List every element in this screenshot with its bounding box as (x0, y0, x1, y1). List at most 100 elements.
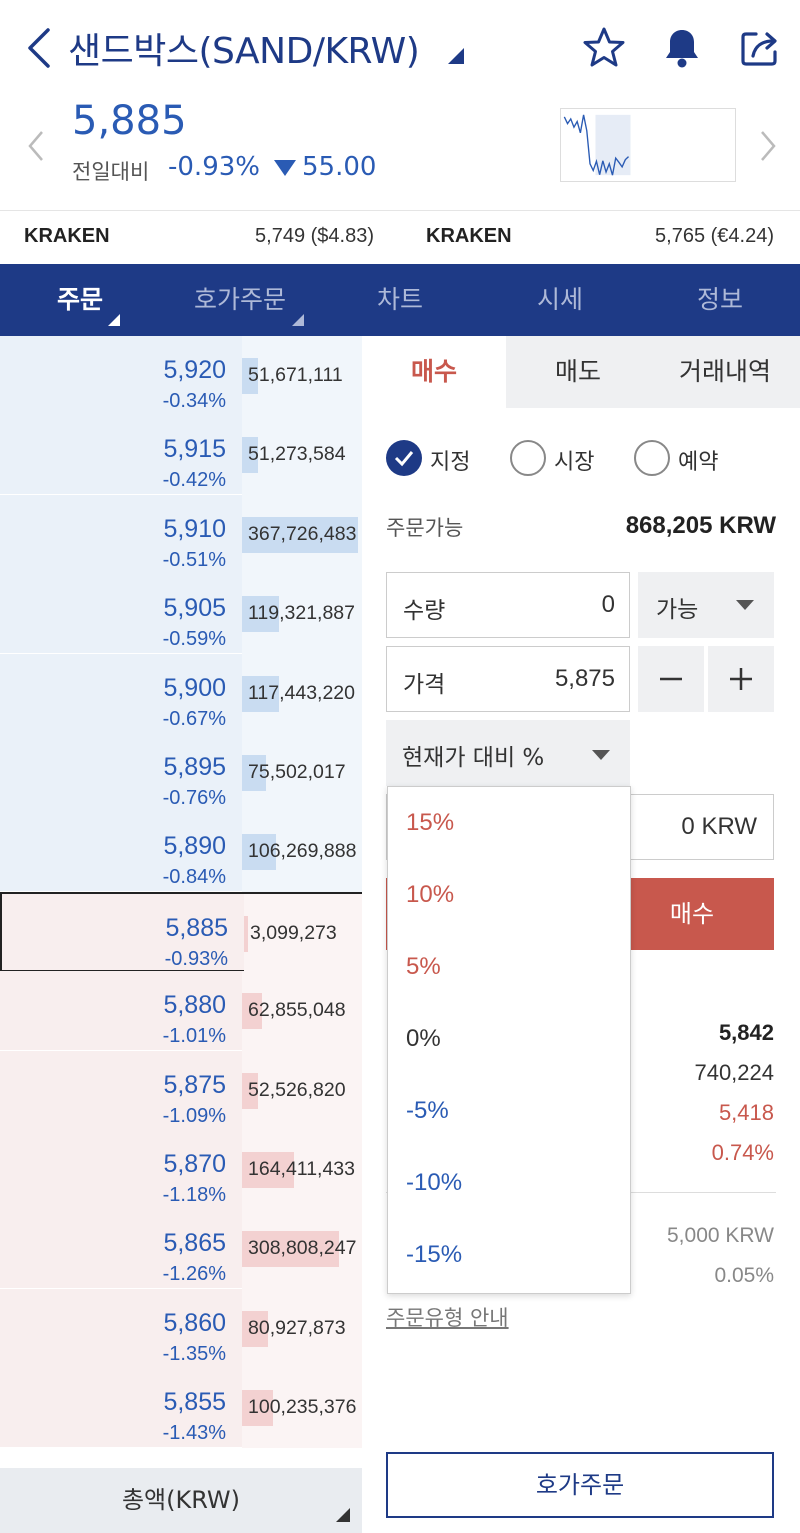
quantity-label: 수량 (403, 598, 446, 624)
orderbook-row[interactable]: 5,900 -0.67% 117,443,220 (0, 653, 362, 734)
orderbook-volume: 164,411,433 (248, 1158, 355, 1180)
orderbook-volume-cell: 52,526,820 (242, 1050, 362, 1131)
orderbook-price: 5,910 (163, 514, 226, 543)
plus-icon[interactable] (708, 646, 774, 712)
orderbook-percent: -0.76% (162, 787, 226, 809)
orderbook-price-cell: 5,910 -0.51% (0, 495, 240, 575)
tab-chart[interactable]: 차트 (320, 264, 480, 336)
min-order-amount: 5,000 KRW (667, 1224, 774, 1247)
price-sparkline (560, 108, 736, 182)
orderbook-price-cell: 5,880 -1.01% (0, 971, 240, 1051)
menu-option[interactable]: 10% (388, 859, 630, 931)
orderbook-price: 5,865 (163, 1229, 226, 1258)
order-type-guide-link[interactable]: 주문유형 안내 (386, 1302, 509, 1332)
orderbook-percent: -0.59% (162, 628, 226, 651)
price-percent-dropdown[interactable]: 현재가 대비 % (386, 720, 630, 786)
price-field[interactable]: 가격 5,875 (386, 646, 630, 712)
quantity-field[interactable]: 수량 0 (386, 572, 630, 638)
orderbook-row[interactable]: 5,895 -0.76% 75,502,017 (0, 733, 362, 813)
orderbook-row[interactable]: 5,915 -0.42% 51,273,584 (0, 415, 362, 496)
orderbook-price: 5,880 (163, 991, 226, 1020)
tab-dropdown-icon (292, 314, 304, 326)
exchange-value: 5,765 (€4.24) (655, 225, 774, 247)
orderbook-price-cell: 5,875 -1.09% (0, 1051, 240, 1131)
price-label: 가격 (403, 672, 446, 698)
stat-value: 5,418 (718, 1100, 774, 1125)
available-label: 주문가능 (386, 516, 464, 540)
menu-option[interactable]: 15% (388, 787, 630, 859)
quantity-value: 0 (601, 591, 615, 618)
favorite-star-icon[interactable] (580, 24, 628, 72)
menu-option[interactable]: 5% (388, 931, 630, 1003)
orderbook-percent: -0.93% (164, 947, 228, 970)
orderbook-price: 5,860 (163, 1308, 226, 1337)
menu-option[interactable]: -5% (388, 1075, 630, 1147)
orderbook-row[interactable]: 5,870 -1.18% 164,411,433 (0, 1130, 362, 1210)
bell-icon[interactable] (658, 24, 706, 72)
tab-info[interactable]: 정보 (640, 264, 800, 336)
orderbook-price-cell: 5,860 -1.35% (0, 1289, 240, 1369)
orderbook-row[interactable]: 5,910 -0.51% 367,726,483 (0, 494, 362, 575)
tab-order[interactable]: 주문 (0, 264, 160, 336)
orderbook-row[interactable]: 5,860 -1.35% 80,927,873 (0, 1288, 362, 1369)
orderbook-total-toggle[interactable]: 총액(KRW) (0, 1468, 362, 1533)
back-arrow-icon[interactable] (22, 24, 62, 72)
next-coin-arrow-icon[interactable] (756, 128, 780, 164)
orderbook-price-cell: 5,915 -0.42% (0, 415, 240, 495)
orderbook-volume: 62,855,048 (248, 999, 346, 1022)
orderbook-row[interactable]: 5,855 -1.43% 100,235,376 (0, 1368, 362, 1449)
down-triangle-icon (274, 160, 296, 176)
orderbook-price-cell: 5,865 -1.26% (0, 1209, 240, 1289)
orderbook-row[interactable]: 5,875 -1.09% 52,526,820 (0, 1050, 362, 1131)
orderbook-volume-cell: 51,273,584 (242, 415, 362, 496)
tab-trade-history[interactable]: 거래내역 (650, 336, 800, 408)
tab-market[interactable]: 시세 (480, 264, 640, 336)
orderbook-row[interactable]: 5,865 -1.26% 308,808,247 (0, 1209, 362, 1290)
minus-icon[interactable] (638, 646, 704, 712)
orderbook-volume-cell: 62,855,048 (242, 971, 362, 1052)
orderbook-row[interactable]: 5,905 -0.59% 119,321,887 (0, 574, 362, 655)
orderbook-volume-cell: 51,671,111 (242, 336, 362, 416)
radio-label: 예약 (678, 450, 719, 475)
orderbook-percent: -1.18% (162, 1184, 226, 1206)
orderbook-price: 5,885 (165, 913, 228, 942)
share-icon[interactable] (736, 24, 784, 72)
tab-buy[interactable]: 매수 (362, 336, 506, 408)
orderbook-volume: 51,273,584 (248, 443, 346, 466)
orderbook-percent: -0.34% (162, 390, 226, 412)
menu-option[interactable]: -15% (388, 1219, 630, 1291)
orderbook-volume-cell: 3,099,273 (244, 893, 362, 974)
prev-coin-arrow-icon[interactable] (24, 128, 48, 164)
orderbook-row[interactable]: 5,920 -0.34% 51,671,111 (0, 336, 362, 416)
title-dropdown-icon[interactable] (448, 48, 464, 64)
chevron-down-icon (592, 750, 610, 760)
quantity-available-dropdown[interactable]: 가능 (638, 572, 774, 638)
exchange-name: KRAKEN (24, 225, 110, 247)
orderbook-volume: 117,443,220 (248, 681, 355, 704)
orderbook-price-cell: 5,855 -1.43% (0, 1368, 240, 1448)
fee-rate: 0.05% (714, 1264, 774, 1287)
orderbook-volume-cell: 367,726,483 (242, 494, 362, 575)
orderbook-price: 5,855 (163, 1388, 226, 1417)
orderbook-percent: -0.67% (162, 707, 226, 730)
orderbook-row[interactable]: 5,890 -0.84% 106,269,888 (0, 812, 362, 893)
hoga-order-button[interactable]: 호가주문 (386, 1452, 774, 1518)
radio-label: 지정 (430, 450, 471, 475)
stat-value: 0.74% (711, 1140, 774, 1165)
menu-option[interactable]: 0% (388, 1003, 630, 1075)
orderbook-row[interactable]: 5,885 -0.93% 3,099,273 (0, 891, 362, 974)
orderbook-volume-cell: 308,808,247 (242, 1209, 362, 1290)
main-nav: 주문 호가주문 차트 시세 정보 (0, 264, 800, 336)
exchange-price-strip: KRAKEN 5,749 ($4.83) KRAKEN 5,765 (€4.24… (0, 210, 800, 264)
change-amount: 55.00 (302, 152, 377, 182)
menu-option[interactable]: -10% (388, 1147, 630, 1219)
total-value: 0 KRW (681, 813, 757, 840)
orderbook-price: 5,890 (163, 832, 226, 861)
page-title[interactable]: 샌드박스(SAND/KRW) (68, 22, 420, 74)
tab-sell[interactable]: 매도 (506, 336, 650, 408)
orderbook-volume: 106,269,888 (248, 840, 357, 863)
orderbook-row[interactable]: 5,880 -1.01% 62,855,048 (0, 971, 362, 1052)
change-percent: -0.93% (168, 152, 260, 182)
orderbook-volume: 51,671,111 (248, 364, 343, 386)
volume-bar (244, 915, 248, 952)
